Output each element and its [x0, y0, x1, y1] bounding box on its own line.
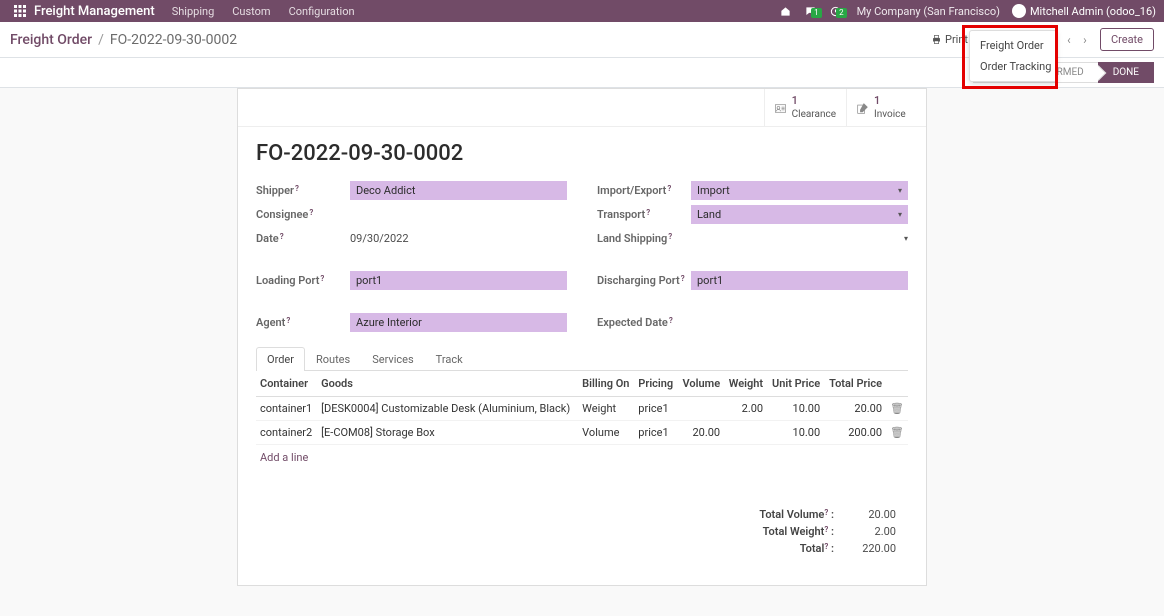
col-goods: Goods [317, 371, 578, 397]
record-title: FO-2022-09-30-0002 [256, 141, 908, 166]
tab-services[interactable]: Services [361, 347, 424, 371]
dd-order-tracking[interactable]: Order Tracking [970, 56, 1056, 77]
col-unit-price: Unit Price [767, 371, 824, 397]
add-line[interactable]: Add a line [256, 445, 908, 470]
activity-badge: 2 [836, 8, 847, 18]
home-icon[interactable] [776, 6, 795, 17]
field-discharging-port[interactable]: port1 [691, 271, 908, 290]
col-volume: Volume [678, 371, 724, 397]
col-pricing: Pricing [634, 371, 678, 397]
stat-invoice[interactable]: 1Invoice [846, 89, 926, 126]
breadcrumb-root[interactable]: Freight Order [10, 32, 92, 48]
breadcrumb: Freight Order / FO-2022-09-30-0002 [10, 32, 237, 48]
dd-freight-order[interactable]: Freight Order [970, 35, 1056, 56]
col-total-price: Total Price [824, 371, 886, 397]
label-import-export: Import/Export [597, 184, 691, 197]
avatar [1012, 4, 1026, 18]
pager-next[interactable]: › [1078, 33, 1092, 47]
print-button[interactable]: Print [931, 33, 968, 46]
label-transport: Transport [597, 208, 691, 221]
app-name[interactable]: Freight Management [32, 0, 163, 22]
label-total: Total? [744, 542, 834, 555]
caret-down-icon: ▾ [898, 210, 902, 219]
col-container: Container [256, 371, 317, 397]
action-dropdown: Freight Order Order Tracking [969, 30, 1057, 82]
label-discharging-port: Discharging Port [597, 274, 691, 287]
field-expected-date[interactable] [691, 319, 908, 325]
stat-clearance[interactable]: 1Clearance [764, 89, 846, 126]
user-menu[interactable]: Mitchell Admin (odoo_16) [1012, 4, 1156, 18]
col-billing: Billing On [578, 371, 634, 397]
stat-buttons: 1Clearance 1Invoice [238, 89, 926, 127]
table-row[interactable]: container1 [DESK0004] Customizable Desk … [256, 397, 908, 421]
menu-custom[interactable]: Custom [223, 0, 279, 22]
id-card-icon [775, 101, 786, 115]
caret-down-icon: ▾ [904, 234, 908, 243]
trash-icon[interactable]: 🗑 [886, 421, 908, 445]
totals: Total Volume? 20.00 Total Weight? 2.00 Tot… [256, 500, 908, 571]
menu-configuration[interactable]: Configuration [280, 0, 364, 22]
field-shipper[interactable]: Deco Addict [350, 181, 567, 200]
breadcrumb-sep: / [98, 32, 104, 48]
top-menubar: Freight Management Shipping Custom Confi… [0, 0, 1164, 22]
label-consignee: Consignee [256, 208, 350, 221]
field-land-shipping[interactable]: ▾ [691, 231, 908, 246]
order-table: Container Goods Billing On Pricing Volum… [256, 371, 908, 445]
trash-icon[interactable]: 🗑 [886, 397, 908, 421]
activities-icon[interactable]: 2 [826, 6, 845, 17]
col-weight: Weight [724, 371, 767, 397]
tab-track[interactable]: Track [425, 347, 474, 371]
tabs: Order Routes Services Track [256, 346, 908, 371]
total-amount: 220.00 [846, 542, 896, 555]
caret-down-icon: ▾ [898, 186, 902, 195]
field-consignee[interactable] [350, 211, 567, 217]
messaging-icon[interactable]: 1 [801, 6, 820, 17]
tab-order[interactable]: Order [256, 347, 305, 371]
create-button[interactable]: Create [1100, 28, 1154, 51]
field-date[interactable]: 09/30/2022 [350, 229, 567, 248]
field-agent[interactable]: Azure Interior [350, 313, 567, 332]
table-row[interactable]: container2 [E-COM08] Storage Box Volume … [256, 421, 908, 445]
label-expected-date: Expected Date [597, 316, 691, 329]
user-label: Mitchell Admin (odoo_16) [1030, 5, 1156, 18]
apps-icon[interactable] [8, 0, 32, 22]
chat-badge: 1 [811, 8, 822, 18]
label-total-weight: Total Weight? [744, 525, 834, 538]
field-transport[interactable]: Land▾ [691, 205, 908, 224]
company-selector[interactable]: My Company (San Francisco) [851, 5, 1006, 18]
pencil-square-icon [857, 101, 868, 115]
pager-prev[interactable]: ‹ [1062, 33, 1076, 47]
field-import-export[interactable]: Import▾ [691, 181, 908, 200]
total-weight: 2.00 [846, 525, 896, 538]
label-loading-port: Loading Port [256, 274, 350, 287]
label-land-shipping: Land Shipping [597, 232, 691, 245]
label-agent: Agent [256, 316, 350, 329]
form-sheet: 1Clearance 1Invoice FO-2022-09-30-0002 S… [237, 88, 927, 586]
menu-shipping[interactable]: Shipping [163, 0, 224, 22]
breadcrumb-record: FO-2022-09-30-0002 [110, 32, 237, 48]
label-date: Date [256, 232, 350, 245]
tab-routes[interactable]: Routes [305, 347, 361, 371]
total-volume: 20.00 [846, 508, 896, 521]
field-loading-port[interactable]: port1 [350, 271, 567, 290]
label-shipper: Shipper [256, 184, 350, 197]
label-total-volume: Total Volume? [744, 508, 834, 521]
